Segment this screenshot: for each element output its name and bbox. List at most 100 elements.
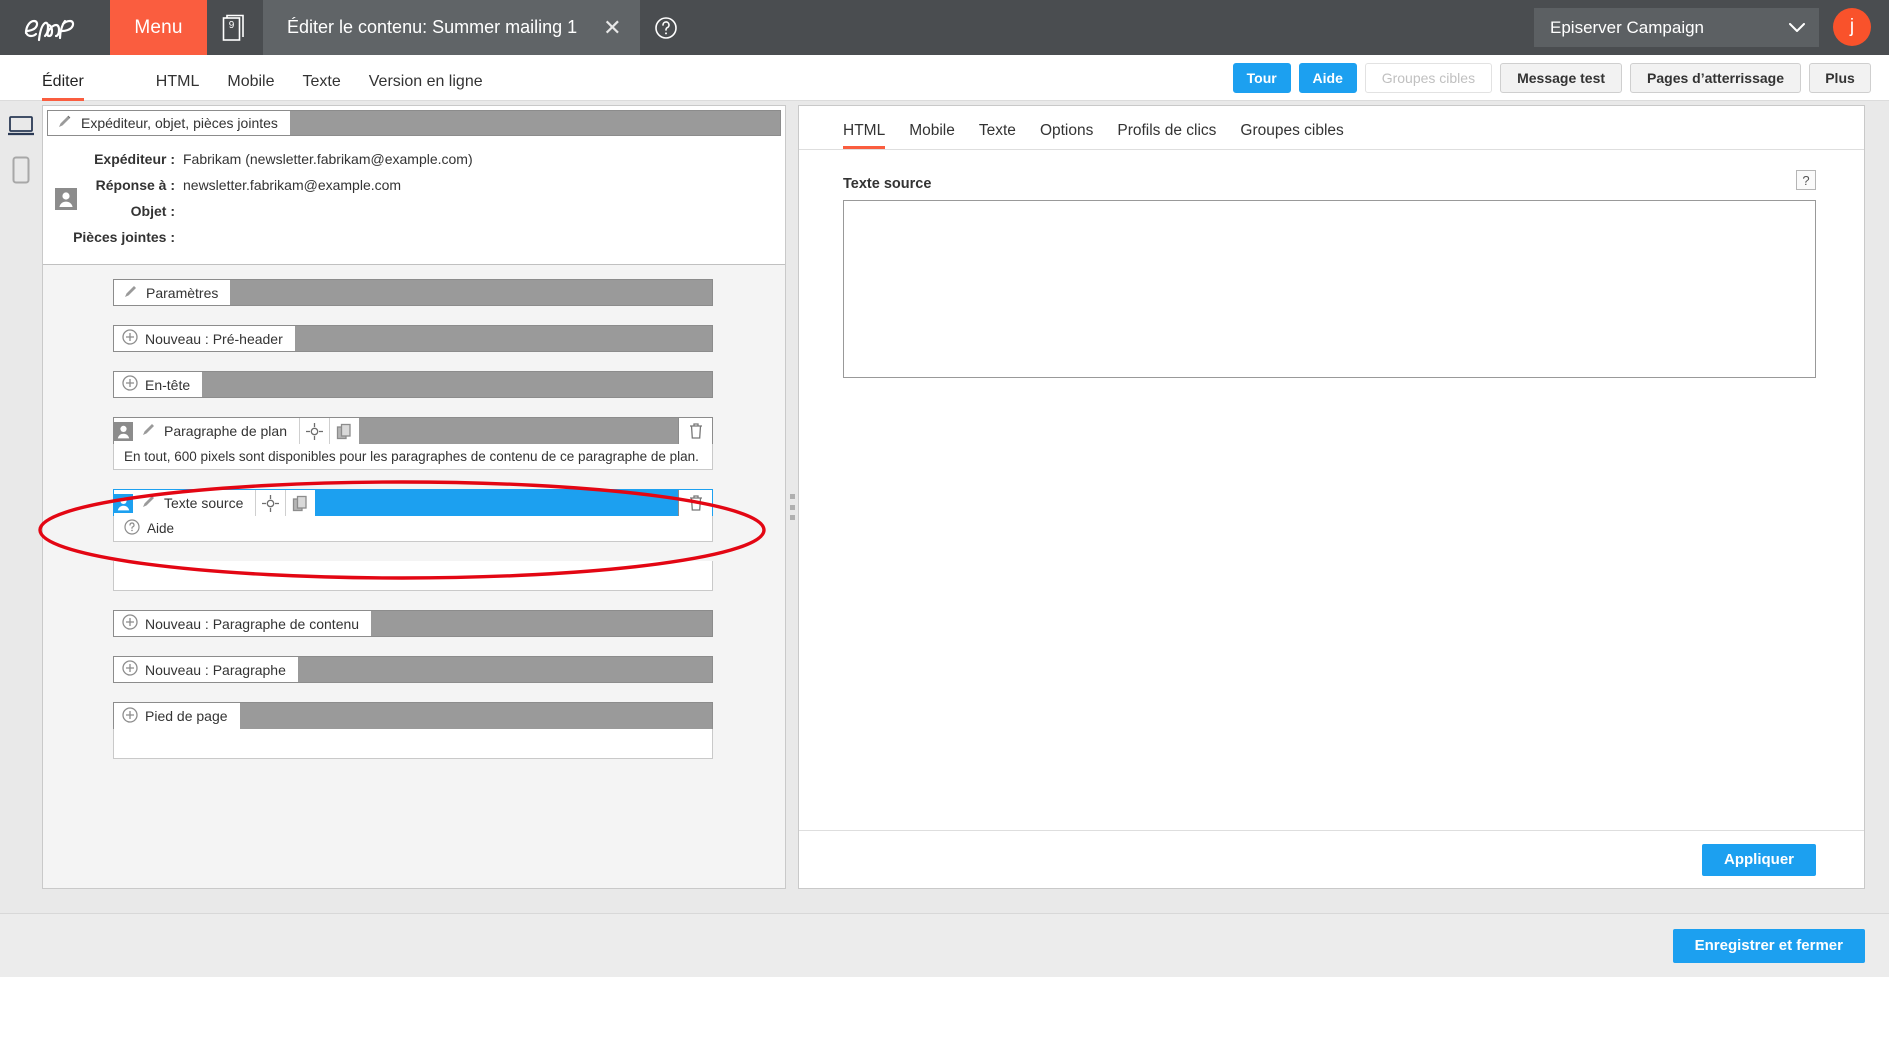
tab-version-en-ligne[interactable]: Version en ligne: [369, 73, 483, 101]
block-paragraphe-de-plan-fill: [359, 418, 678, 444]
tab-groupes-cibles-label: Groupes cibles: [1240, 122, 1344, 139]
block-nouveau-paragraphe-de-contenu[interactable]: Nouveau : Paragraphe de contenu: [113, 610, 713, 637]
environment-selector[interactable]: Episerver Campaign: [1534, 8, 1819, 47]
sender-panel: Expéditeur, objet, pièces jointes Expédi…: [43, 106, 785, 265]
block-nouveau-preheader[interactable]: Nouveau : Pré-header: [113, 325, 713, 352]
sender-panel-header-label: Expéditeur, objet, pièces jointes: [81, 115, 278, 131]
block-pied-de-page-fill: [240, 703, 712, 729]
aide-button-label: Aide: [1312, 70, 1343, 86]
message-test-button[interactable]: Message test: [1500, 63, 1623, 93]
block-texte-source-help[interactable]: Aide: [113, 516, 713, 542]
splitter-grip: [789, 494, 795, 520]
aide-button[interactable]: Aide: [1298, 63, 1357, 93]
close-icon[interactable]: ✕: [603, 16, 621, 39]
block-nouveau-paragraphe[interactable]: Nouveau : Paragraphe: [113, 656, 713, 683]
tab-html[interactable]: HTML: [156, 73, 200, 101]
personalization-icon[interactable]: [114, 493, 133, 513]
tab-editer[interactable]: Éditer: [42, 73, 84, 101]
replyto-value[interactable]: newsletter.fabrikam@example.com: [183, 172, 401, 198]
tour-button[interactable]: Tour: [1232, 63, 1291, 93]
tab-mobile[interactable]: Mobile: [227, 73, 274, 101]
block-texte-source-tag[interactable]: Texte source: [114, 490, 256, 516]
properties-footer: Appliquer: [799, 830, 1864, 888]
sender-panel-header-tag[interactable]: Expéditeur, objet, pièces jointes: [48, 111, 290, 135]
copy-icon[interactable]: [285, 490, 316, 516]
block-parametres-label: Paramètres: [146, 284, 219, 301]
replyto-row: Réponse à : newsletter.fabrikam@example.…: [43, 172, 785, 198]
message-test-button-label: Message test: [1517, 70, 1606, 86]
tab-texte[interactable]: Texte: [303, 73, 341, 101]
sender-value[interactable]: Fabrikam (newsletter.fabrikam@example.co…: [183, 146, 473, 172]
delete-icon[interactable]: [678, 490, 712, 516]
editor-title-tab[interactable]: Éditer le contenu: Summer mailing 1 ✕: [263, 0, 640, 55]
pages-atterrissage-button[interactable]: Pages d’atterrissage: [1630, 63, 1801, 93]
pencil-icon: [140, 493, 157, 513]
episerver-logo[interactable]: [0, 0, 110, 55]
block-texte-source-fill: [315, 490, 678, 516]
pencil-icon: [56, 113, 73, 133]
tab-options[interactable]: Options: [1040, 122, 1093, 149]
help-icon[interactable]: [640, 0, 678, 55]
tab-mobile-label: Mobile: [227, 72, 275, 90]
mobile-icon[interactable]: [12, 156, 30, 189]
tab-groupes-cibles[interactable]: Groupes cibles: [1240, 122, 1343, 149]
pencil-icon: [122, 283, 139, 303]
tab-mobile[interactable]: Mobile: [909, 122, 955, 149]
source-text-input[interactable]: [843, 200, 1816, 378]
environment-label: Episerver Campaign: [1550, 17, 1705, 37]
block-entete[interactable]: En-tête: [113, 371, 713, 398]
sender-panel-header[interactable]: Expéditeur, objet, pièces jointes: [47, 110, 781, 136]
desktop-icon[interactable]: [6, 115, 36, 142]
block-nouveau-paragraphe-de-contenu-label: Nouveau : Paragraphe de contenu: [145, 615, 360, 632]
personalization-icon[interactable]: [114, 421, 133, 441]
block-entete-tag[interactable]: En-tête: [114, 372, 203, 397]
plus-button[interactable]: Plus: [1809, 63, 1871, 93]
properties-body: ? Texte source: [799, 150, 1864, 830]
block-parametres-tag[interactable]: Paramètres: [114, 280, 231, 305]
pane-splitter[interactable]: [786, 101, 798, 913]
move-icon[interactable]: [299, 418, 329, 444]
documents-icon[interactable]: 9: [207, 0, 263, 55]
groupes-cibles-button-label: Groupes cibles: [1381, 70, 1476, 86]
plus-circle-icon: [122, 660, 138, 679]
block-nouveau-preheader-tag[interactable]: Nouveau : Pré-header: [114, 326, 295, 351]
tab-version-en-ligne-label: Version en ligne: [368, 72, 483, 90]
apply-button[interactable]: Appliquer: [1702, 843, 1816, 876]
mailing-blocks: Paramètres Nouveau : Pré-header En-tête …: [43, 265, 785, 888]
block-paragraphe-de-plan-note: En tout, 600 pixels sont disponibles pou…: [113, 444, 713, 470]
menu-button[interactable]: Menu: [110, 0, 207, 55]
groupes-cibles-button[interactable]: Groupes cibles: [1364, 63, 1493, 93]
tab-mobile-label: Mobile: [909, 122, 955, 139]
block-texte-source[interactable]: Texte source: [113, 489, 713, 516]
main-area: Expéditeur, objet, pièces jointes Expédi…: [0, 101, 1889, 913]
plus-button-label: Plus: [1825, 70, 1855, 86]
tab-texte[interactable]: Texte: [979, 122, 1016, 149]
tab-html[interactable]: HTML: [843, 122, 886, 149]
delete-icon[interactable]: [678, 418, 712, 444]
field-help-icon[interactable]: ?: [1796, 170, 1816, 190]
save-and-close-button-label: Enregistrer et fermer: [1694, 937, 1843, 954]
block-nouveau-paragraphe-de-contenu-fill: [371, 611, 712, 636]
copy-icon[interactable]: [329, 418, 359, 444]
block-nouveau-paragraphe-de-contenu-tag[interactable]: Nouveau : Paragraphe de contenu: [114, 611, 372, 636]
block-paragraphe-de-plan[interactable]: Paragraphe de plan: [113, 417, 713, 444]
toolbar-actions: Tour Aide Groupes cibles Message test Pa…: [1232, 55, 1871, 101]
move-icon[interactable]: [255, 490, 286, 516]
personalization-icon[interactable]: [55, 188, 77, 215]
block-paragraphe-de-plan-tag[interactable]: Paragraphe de plan: [114, 418, 299, 444]
tab-html-label: HTML: [843, 122, 886, 139]
properties-tabs: HTML Mobile Texte Options Profils de cli…: [799, 106, 1864, 150]
block-parametres[interactable]: Paramètres: [113, 279, 713, 306]
plus-circle-icon: [122, 614, 138, 633]
block-nouveau-paragraphe-tag[interactable]: Nouveau : Paragraphe: [114, 657, 298, 682]
block-pied-de-page-tag[interactable]: Pied de page: [114, 703, 240, 729]
source-text-label: Texte source: [843, 176, 932, 192]
block-pied-de-page-body: [113, 729, 713, 759]
sub-toolbar: Éditer HTML Mobile Texte Version en lign…: [0, 55, 1889, 101]
block-entete-label: En-tête: [145, 376, 191, 393]
tab-profils-de-clics[interactable]: Profils de clics: [1117, 122, 1216, 149]
save-and-close-button[interactable]: Enregistrer et fermer: [1672, 928, 1865, 963]
avatar[interactable]: j: [1833, 8, 1871, 46]
block-pied-de-page[interactable]: Pied de page: [113, 702, 713, 729]
